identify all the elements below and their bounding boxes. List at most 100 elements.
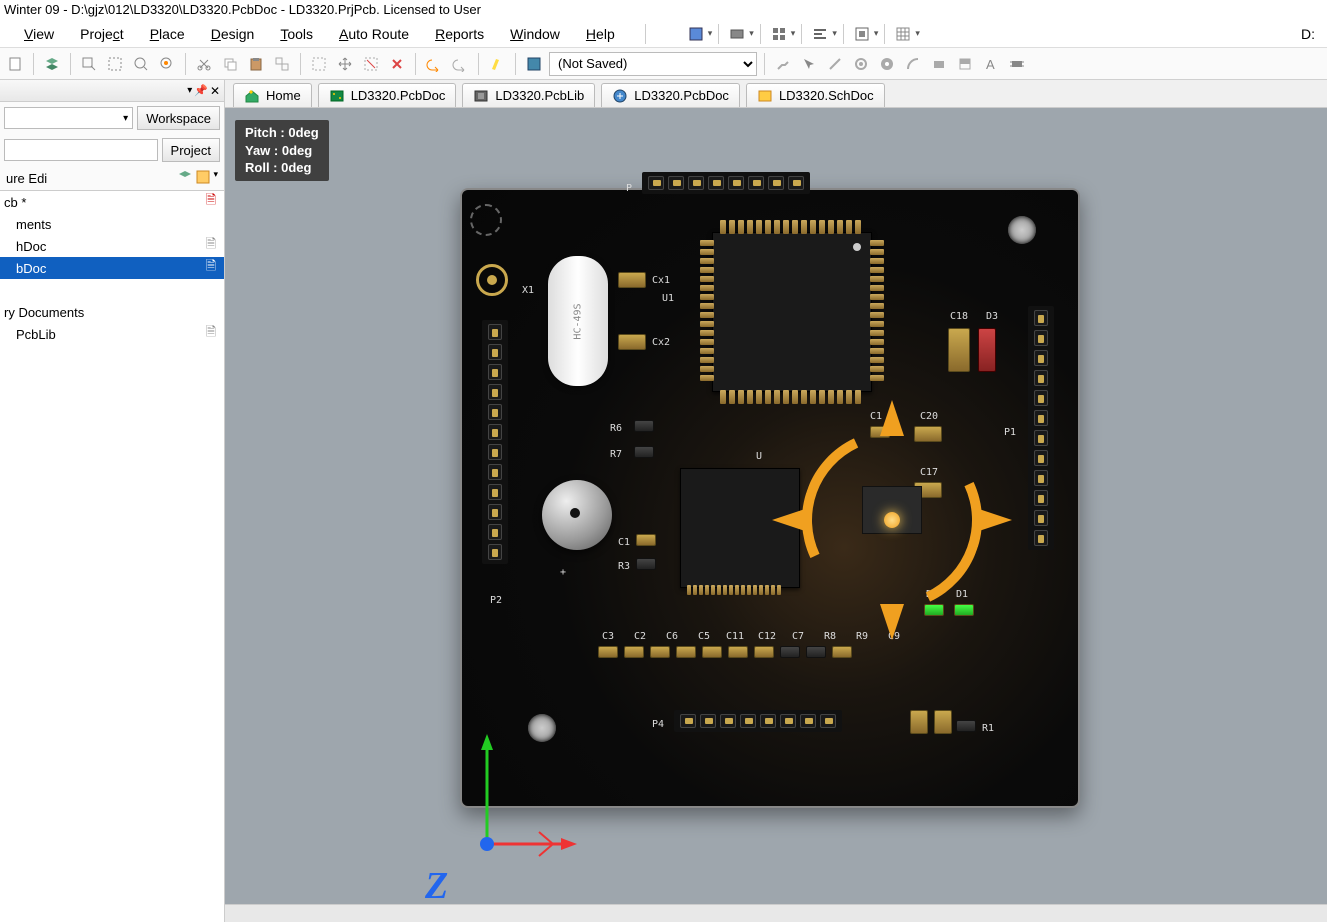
tab-pcbdoc-1[interactable]: LD3320.PcbDoc — [318, 83, 457, 107]
tool-region-icon[interactable] — [954, 53, 976, 75]
tool-zoomfit-icon[interactable] — [130, 53, 152, 75]
menu-icon-2[interactable] — [725, 23, 749, 45]
tab-pcbdoc-2[interactable]: LD3320.PcbDoc — [601, 83, 740, 107]
menu-window[interactable]: Window — [510, 26, 560, 42]
designator: U1 — [662, 294, 674, 304]
designator: D3 — [986, 312, 998, 322]
microphone — [542, 480, 612, 550]
designator: Cx2 — [652, 338, 670, 348]
menu-icon-5[interactable] — [850, 23, 874, 45]
toolbar: (Not Saved) A — [0, 48, 1327, 80]
designator: C7 — [792, 632, 804, 642]
tree-row[interactable]: hDoc🗎 — [0, 235, 224, 257]
tool-line-icon[interactable] — [824, 53, 846, 75]
bottom-smd-row — [598, 646, 852, 658]
tool-text-icon[interactable]: A — [980, 53, 1002, 75]
workspace-combo[interactable]: ▾ — [4, 107, 133, 129]
crystal-x1: HC-49S — [548, 256, 608, 386]
fiducial — [476, 264, 508, 296]
mounting-hole — [1008, 216, 1036, 244]
menu-icon-1[interactable] — [684, 23, 708, 45]
tool-pad-icon[interactable] — [876, 53, 898, 75]
tool-new-icon[interactable] — [4, 53, 26, 75]
tool-cut-icon[interactable] — [193, 53, 215, 75]
document-tabs: Home LD3320.PcbDoc LD3320.PcbLib LD3320.… — [225, 80, 1327, 108]
tool-layers-icon[interactable] — [41, 53, 63, 75]
project-button[interactable]: Project — [162, 138, 220, 162]
workspace-button[interactable]: Workspace — [137, 106, 220, 130]
tool-desel-icon[interactable] — [360, 53, 382, 75]
designator: P — [626, 184, 632, 194]
tree-row[interactable]: ry Documents — [0, 301, 224, 323]
tool-clear-icon[interactable] — [386, 53, 408, 75]
tool-zoomwin-icon[interactable] — [78, 53, 100, 75]
nav-gizmo[interactable] — [842, 470, 942, 570]
menu-project[interactable]: Project — [80, 26, 124, 42]
tree-row-selected[interactable]: bDoc🗎 — [0, 257, 224, 279]
save-state-select[interactable]: (Not Saved) — [549, 52, 757, 76]
designator: C1 — [618, 538, 630, 548]
pcb-board[interactable]: P U1 X1 HC-49S Cx1 Cx2 — [460, 188, 1080, 808]
title-bar: Winter 09 - D:\gjz\012\LD3320\LD3320.Pcb… — [0, 0, 1327, 20]
mounting-hole — [528, 714, 556, 742]
svg-text:A: A — [986, 57, 995, 72]
tool-undo-icon[interactable] — [423, 53, 445, 75]
menu-reports[interactable]: Reports — [435, 26, 484, 42]
smd-res — [956, 720, 976, 732]
tool-highlight-icon[interactable] — [486, 53, 508, 75]
panel-close-icon[interactable]: ✕ — [210, 84, 220, 98]
tool-dup-icon[interactable] — [271, 53, 293, 75]
menu-icon-4[interactable] — [808, 23, 832, 45]
tool-browse-icon[interactable] — [523, 53, 545, 75]
menu-help[interactable]: Help — [586, 26, 615, 42]
menu-view[interactable]: View — [24, 26, 54, 42]
3d-viewport[interactable]: Pitch : 0deg Yaw : 0deg Roll : 0deg P U1 — [225, 108, 1327, 922]
led-d1 — [954, 604, 974, 616]
tool-redo-icon[interactable] — [449, 53, 471, 75]
tab-home[interactable]: Home — [233, 83, 312, 107]
designator: C6 — [666, 632, 678, 642]
menu-place[interactable]: Place — [150, 26, 185, 42]
tool-move-icon[interactable] — [334, 53, 356, 75]
right-path-label: D: — [1301, 26, 1321, 42]
tool-fill-icon[interactable] — [928, 53, 950, 75]
tool-zoomobj-icon[interactable] — [156, 53, 178, 75]
project-combo[interactable] — [4, 139, 158, 161]
menu-icon-3[interactable] — [767, 23, 791, 45]
smd-res — [634, 420, 654, 432]
tool-paste-icon[interactable] — [245, 53, 267, 75]
designator: C12 — [758, 632, 776, 642]
projects-panel: ▾ 📌 ✕ ▾ Workspace Project ure Edi ▾ cb *… — [0, 80, 225, 922]
tool-cursor-icon[interactable] — [798, 53, 820, 75]
designator: C20 — [920, 412, 938, 422]
menu-autoroute[interactable]: Auto Route — [339, 26, 409, 42]
tab-pcblib[interactable]: LD3320.PcbLib — [462, 83, 595, 107]
panel-dropdown-icon[interactable]: ▾ — [187, 85, 192, 96]
tree-row-project[interactable]: cb *🗎 — [0, 191, 224, 213]
project-tree[interactable]: cb *🗎 ments hDoc🗎 bDoc🗎 ry Documents Pcb… — [0, 190, 224, 922]
designator: R6 — [610, 424, 622, 434]
tool-arc-icon[interactable] — [902, 53, 924, 75]
panel-refresh-icon[interactable] — [177, 169, 193, 188]
tree-row[interactable]: ments — [0, 213, 224, 235]
designator: P4 — [652, 720, 664, 730]
designator: R1 — [982, 724, 994, 734]
tab-schdoc[interactable]: LD3320.SchDoc — [746, 83, 885, 107]
panel-pin-icon[interactable]: 📌 — [194, 84, 208, 97]
designator: X1 — [522, 286, 534, 296]
horizontal-scrollbar[interactable] — [225, 904, 1327, 922]
panel-options-icon[interactable] — [195, 169, 211, 188]
menu-tools[interactable]: Tools — [280, 26, 313, 42]
menu-design[interactable]: Design — [211, 26, 255, 42]
tool-copy-icon[interactable] — [219, 53, 241, 75]
menu-bar: View Project Place Design Tools Auto Rou… — [0, 20, 1327, 48]
tool-select-icon[interactable] — [308, 53, 330, 75]
tool-zoomsel-icon[interactable] — [104, 53, 126, 75]
tree-row[interactable] — [0, 279, 224, 301]
tool-via-icon[interactable] — [850, 53, 872, 75]
menu-icon-grid[interactable] — [891, 23, 915, 45]
tool-comp-icon[interactable] — [1006, 53, 1028, 75]
designator: R3 — [618, 562, 630, 572]
tool-route-icon[interactable] — [772, 53, 794, 75]
tree-row[interactable]: PcbLib🗎 — [0, 323, 224, 345]
